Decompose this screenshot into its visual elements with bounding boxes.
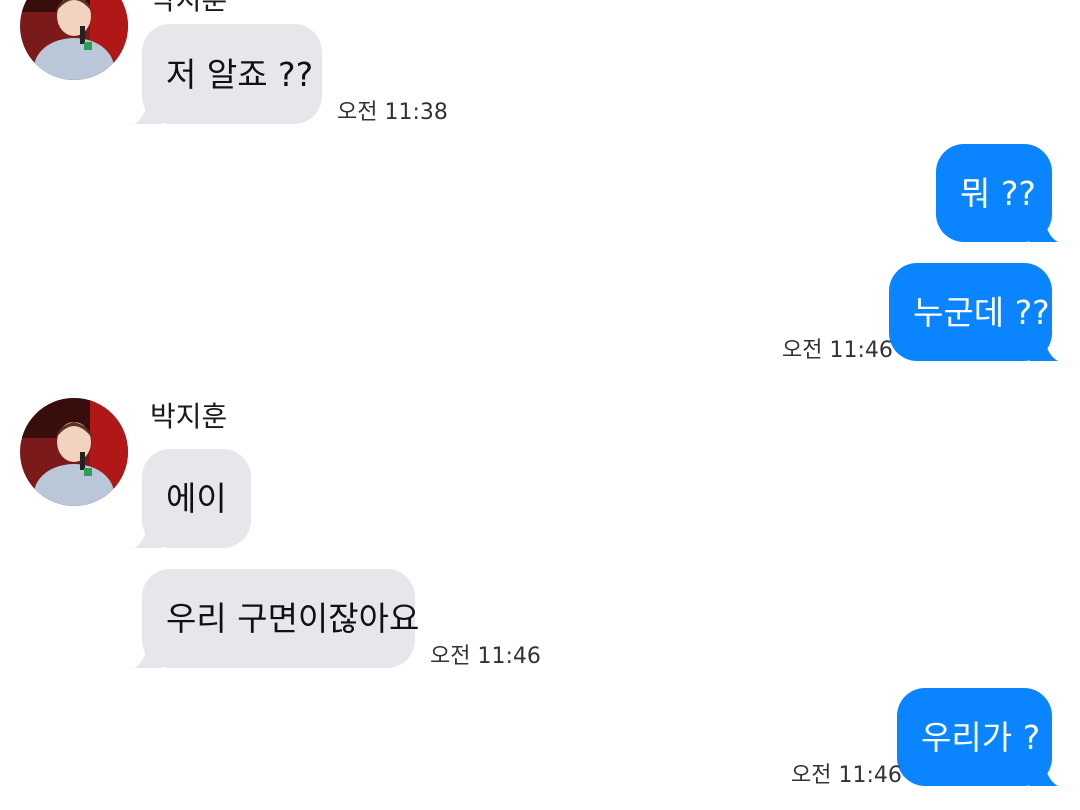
avatar-photo-icon <box>20 0 128 80</box>
sender-name: 박지훈 <box>150 400 228 433</box>
message-text: 누군데 ?? <box>913 292 1050 332</box>
message-text: 우리가 ? <box>921 717 1041 757</box>
message-timestamp: 오전 11:46 <box>791 763 902 788</box>
message-bubble-outgoing[interactable]: 우리가 ? <box>897 688 1052 786</box>
sender-avatar[interactable] <box>20 398 128 506</box>
message-bubble-incoming[interactable]: 저 알죠 ?? <box>142 24 322 124</box>
message-text: 뭐 ?? <box>960 173 1036 213</box>
avatar-photo-icon <box>20 398 128 506</box>
bubble-tail <box>1030 214 1058 242</box>
bubble-tail <box>1030 758 1058 786</box>
chat-thread[interactable]: 박지훈 저 알죠 ?? 오전 11:38 뭐 ?? 누군데 ?? 오전 11:4… <box>0 0 1080 810</box>
sender-name: 박지훈 <box>150 0 227 14</box>
bubble-tail <box>134 640 162 668</box>
message-text: 에이 <box>166 479 227 518</box>
message-text: 우리 구면이잖아요 <box>166 599 420 638</box>
bubble-tail <box>134 520 162 548</box>
message-text: 저 알죠 ?? <box>166 54 314 94</box>
message-timestamp: 오전 11:46 <box>430 644 541 669</box>
message-bubble-outgoing[interactable]: 누군데 ?? <box>889 263 1052 361</box>
message-timestamp: 오전 11:38 <box>337 100 448 125</box>
message-bubble-incoming[interactable]: 우리 구면이잖아요 <box>142 569 419 668</box>
bubble-tail <box>1030 333 1058 361</box>
sender-avatar[interactable] <box>20 0 128 80</box>
message-timestamp: 오전 11:46 <box>782 338 893 363</box>
